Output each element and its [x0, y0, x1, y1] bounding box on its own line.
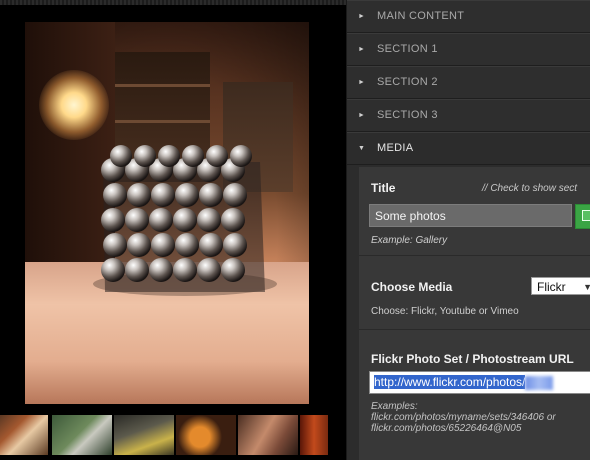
- section-header-section-3[interactable]: ► SECTION 3: [347, 99, 590, 132]
- main-photo[interactable]: [25, 22, 309, 404]
- magnet-ball: [127, 183, 151, 207]
- example-2: flickr.com/photos/65226464@N05: [371, 423, 522, 434]
- magnet-ball: [173, 208, 197, 232]
- magnet-ball: [125, 208, 149, 232]
- magnet-ball: [199, 183, 223, 207]
- url-redacted-part: [525, 375, 554, 390]
- url-selected-text: http://www.flickr.com/photos/: [374, 375, 526, 389]
- magnet-ball: [175, 233, 199, 257]
- magnet-ball: [149, 208, 173, 232]
- magnet-ball: [149, 258, 173, 282]
- magnet-ball: [151, 183, 175, 207]
- magnet-ball: [197, 258, 221, 282]
- magnet-ball: [206, 145, 228, 167]
- settings-panel: ► MAIN CONTENT ► SECTION 1 ► SECTION 2 ►…: [346, 0, 590, 460]
- magnet-ball: [182, 145, 204, 167]
- triangle-right-icon: ►: [358, 112, 366, 119]
- magnet-ball: [199, 233, 223, 257]
- magnet-ball: [134, 145, 156, 167]
- magnet-ball: [103, 233, 127, 257]
- magnet-ball: [125, 258, 149, 282]
- section-title: SECTION 2: [377, 76, 438, 88]
- media-section-body: Title // Check to show sect Some photos …: [359, 167, 590, 460]
- magnet-ball: [103, 183, 127, 207]
- magnet-ball: [151, 233, 175, 257]
- thumbnail-food[interactable]: [0, 415, 48, 455]
- magnet-ball: [101, 258, 125, 282]
- thumbnail-people[interactable]: [238, 415, 298, 455]
- triangle-right-icon: ►: [358, 13, 366, 20]
- divider: [359, 255, 590, 256]
- checkbox-icon: [582, 210, 590, 221]
- section-header-main-content[interactable]: ► MAIN CONTENT: [347, 0, 590, 33]
- magnet-ball: [110, 145, 132, 167]
- thumbnail-strip: [0, 415, 346, 459]
- magnet-ball: [230, 145, 252, 167]
- section-title: SECTION 3: [377, 109, 438, 121]
- triangle-right-icon: ►: [358, 46, 366, 53]
- choose-media-select[interactable]: Flickr ▼: [531, 277, 590, 295]
- triangle-right-icon: ►: [358, 79, 366, 86]
- section-header-section-1[interactable]: ► SECTION 1: [347, 33, 590, 66]
- divider: [359, 329, 590, 330]
- magnet-ball: [101, 208, 125, 232]
- magnet-ball: [221, 258, 245, 282]
- magnet-ball: [221, 208, 245, 232]
- thumbnail-cars[interactable]: [114, 415, 174, 455]
- choose-media-selected: Flickr: [537, 280, 566, 294]
- section-header-media[interactable]: ▼ MEDIA: [347, 132, 590, 165]
- title-label: Title: [371, 181, 396, 195]
- flickr-url-input[interactable]: http://www.flickr.com/photos/: [369, 371, 590, 394]
- chevron-down-icon: ▼: [583, 282, 590, 292]
- magnet-ball: [197, 208, 221, 232]
- url-examples: Examples: flickr.com/photos/myname/sets/…: [371, 401, 590, 434]
- magnet-ball: [173, 258, 197, 282]
- show-section-checkbox[interactable]: [575, 204, 590, 229]
- title-input[interactable]: Some photos: [369, 204, 572, 227]
- section-header-section-2[interactable]: ► SECTION 2: [347, 66, 590, 99]
- section-title: SECTION 1: [377, 43, 438, 55]
- thumbnail-pumpkin[interactable]: [176, 415, 236, 455]
- triangle-down-icon: ▼: [358, 145, 366, 152]
- check-note: // Check to show sect: [482, 183, 578, 194]
- magnet-ball: [223, 183, 247, 207]
- magnet-ball: [223, 233, 247, 257]
- url-label: Flickr Photo Set / Photostream URL: [371, 352, 574, 366]
- examples-label: Examples:: [371, 401, 418, 412]
- section-title: MEDIA: [377, 142, 414, 154]
- choose-media-label: Choose Media: [371, 280, 453, 294]
- photo-preview-area: [0, 5, 346, 460]
- magnet-ball: [175, 183, 199, 207]
- choose-media-hint: Choose: Flickr, Youtube or Vimeo: [371, 306, 519, 317]
- magnet-cube-image: [93, 145, 277, 296]
- example-1: flickr.com/photos/myname/sets/346406 or: [371, 412, 556, 423]
- thumbnail-red[interactable]: [300, 415, 328, 455]
- section-title: MAIN CONTENT: [377, 10, 465, 22]
- title-example-hint: Example: Gallery: [371, 235, 448, 246]
- thumbnail-garden[interactable]: [52, 415, 112, 455]
- magnet-ball: [127, 233, 151, 257]
- magnet-ball: [158, 145, 180, 167]
